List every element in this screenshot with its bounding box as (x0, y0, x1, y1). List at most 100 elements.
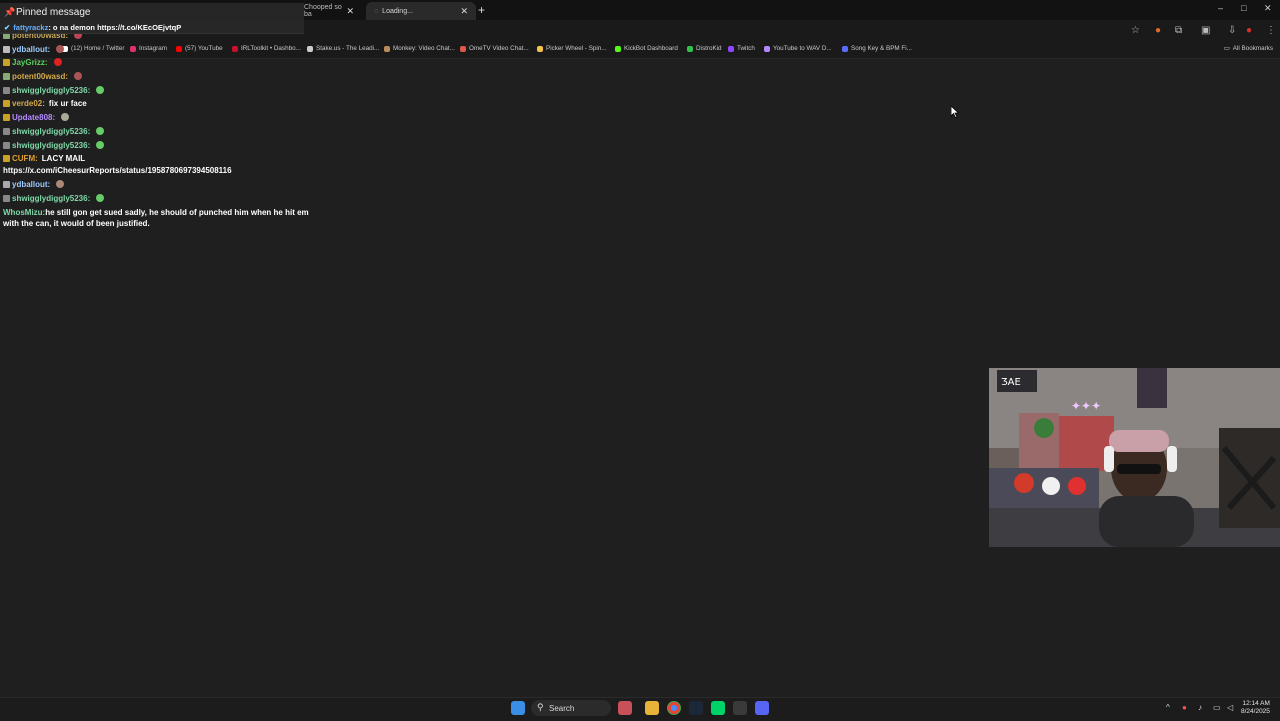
bookmark-label: Monkey: Video Chat... (393, 45, 455, 52)
chat-message: ydballout: (3, 179, 65, 190)
bookmark-label: KickBot Dashboard (624, 45, 678, 52)
bookmark-favicon-icon (537, 45, 543, 52)
folder-icon: ▭ (1223, 45, 1230, 52)
bookmark-label: IRLToolkit • Dashbo... (241, 45, 301, 52)
minimize-button[interactable]: – (1218, 3, 1223, 13)
bookmark-item[interactable]: Twitch (728, 45, 755, 52)
all-bookmarks-label: All Bookmarks (1232, 45, 1273, 52)
bookmark-favicon-icon (615, 45, 621, 52)
bookmark-item[interactable]: Song Key & BPM Fi... (842, 45, 912, 52)
bookmark-favicon-icon (232, 45, 238, 52)
discord-icon[interactable] (755, 701, 769, 715)
bookmark-label: (12) Home / Twitter (71, 45, 125, 52)
clock-date: 8/24/2025 (1241, 708, 1270, 715)
chat-username[interactable]: ydballout: (12, 180, 50, 189)
download-icon[interactable]: ⇩ (1228, 25, 1236, 36)
bookmark-label: YouTube to WAV D... (773, 45, 832, 52)
chat-emote-icon (96, 86, 105, 94)
bookmark-item[interactable]: OmeTV Video Chat... (460, 45, 529, 52)
chat-message: shwigglydiggly5236: (3, 140, 105, 151)
chat-username[interactable]: CUFM: (12, 154, 38, 163)
bookmark-favicon-icon (687, 45, 693, 52)
steam-icon[interactable] (689, 701, 703, 715)
chat-username[interactable]: Update808: (12, 113, 55, 122)
file-explorer-icon[interactable] (645, 701, 659, 715)
bookmark-label: Stake.us - The Leadi... (316, 45, 380, 52)
chat-username[interactable]: WhosMizu: (3, 208, 45, 217)
chat-emote-icon (61, 113, 70, 121)
system-clock[interactable]: 12:14 AM 8/24/2025 (1241, 700, 1270, 716)
browser-tab-active[interactable]: ◌ Loading... ✕ (366, 2, 476, 20)
app-icon-green[interactable] (711, 701, 725, 715)
close-icon[interactable]: ✕ (460, 6, 468, 17)
bookmark-item[interactable]: KickBot Dashboard (615, 45, 678, 52)
chat-username[interactable]: ydballout: (12, 45, 50, 54)
windows-start-icon[interactable] (511, 701, 525, 715)
chat-badge-icon (3, 59, 10, 66)
app-icon-pinned[interactable] (618, 701, 632, 715)
tray-app-icon[interactable]: ● (1182, 703, 1187, 712)
star-icon[interactable]: ☆ (1131, 25, 1140, 36)
all-bookmarks[interactable]: ▭ All Bookmarks (1224, 45, 1273, 52)
maximize-button[interactable]: □ (1241, 3, 1246, 13)
profile-icon[interactable]: ● (1246, 25, 1252, 36)
chat-text: LACY MAIL (41, 154, 86, 163)
pinned-text: ✔ fattyrackz: o na demon https://t.co/KEc… (4, 23, 181, 32)
puzzle-icon[interactable]: ⧉ (1175, 25, 1182, 36)
extension-icon[interactable]: ● (1155, 25, 1161, 36)
webcam-feed: ƷAE ✦✦✦ (989, 368, 1280, 547)
bookmark-item[interactable]: YouTube to WAV D... (764, 45, 832, 52)
tray-monitor-icon[interactable]: ▭ (1213, 703, 1221, 712)
close-window-button[interactable]: ✕ (1264, 3, 1272, 14)
pinned-message: 📌 Pinned message ✔ fattyrackz: o na demon… (0, 3, 304, 34)
bookmark-favicon-icon (176, 45, 182, 52)
chat-badge-icon (3, 73, 10, 80)
browser-tab[interactable]: Chooped so ba ✕ (296, 2, 362, 20)
chat-badge-icon (3, 181, 10, 188)
chat-username[interactable]: shwigglydiggly5236: (12, 141, 90, 150)
bookmark-favicon-icon (842, 45, 848, 52)
bookmark-favicon-icon (728, 45, 734, 52)
chat-badge-icon (3, 114, 10, 121)
chat-emote-icon (96, 141, 105, 149)
chat-username[interactable]: shwigglydiggly5236: (12, 127, 90, 136)
tray-mic-icon[interactable]: ♪ (1198, 703, 1202, 712)
svg-text:ƷAE: ƷAE (1001, 377, 1021, 388)
bookmark-favicon-icon (460, 45, 466, 52)
chat-message: Update808: (3, 112, 70, 123)
sidebar-icon[interactable]: ▣ (1201, 25, 1210, 36)
bookmark-label: Picker Wheel - Spin... (546, 45, 607, 52)
chat-username[interactable]: shwigglydiggly5236: (12, 86, 90, 95)
app-icon-gray[interactable] (733, 701, 747, 715)
chat-badge-icon (3, 195, 10, 202)
chat-emote-icon (96, 194, 105, 202)
chat-username[interactable]: potent00wasd: (12, 72, 68, 81)
bookmark-item[interactable]: Stake.us - The Leadi... (307, 45, 379, 52)
bookmark-item[interactable]: Instagram (130, 45, 167, 52)
bookmark-item[interactable]: Picker Wheel - Spin... (537, 45, 607, 52)
new-tab-button[interactable]: + (478, 3, 485, 17)
bookmark-item[interactable]: (12) Home / Twitter (62, 45, 124, 52)
pinned-title: Pinned message (16, 7, 91, 18)
chat-username[interactable]: JayGrizz: (12, 58, 48, 67)
tray-chevron-icon[interactable]: ^ (1166, 703, 1170, 712)
bookmark-label: Instagram (139, 45, 167, 52)
bookmark-favicon-icon (307, 45, 313, 52)
volume-icon[interactable]: ◁ (1227, 703, 1233, 712)
chat-username[interactable]: verde02: (12, 99, 45, 108)
chat-message: WhosMizu:he still gon get sued sadly, he… (3, 207, 313, 229)
chrome-icon[interactable] (667, 701, 681, 715)
chat-message: ydballout: (3, 44, 65, 55)
tab-title: Chooped so ba (304, 4, 342, 18)
bookmark-label: DistroKid (696, 45, 722, 52)
menu-icon[interactable]: ⋮ (1266, 25, 1276, 36)
bookmark-item[interactable]: IRLToolkit • Dashbo... (232, 45, 301, 52)
chat-message: JayGrizz: (3, 57, 62, 68)
bookmark-item[interactable]: (57) YouTube (176, 45, 223, 52)
chat-username[interactable]: shwigglydiggly5236: (12, 194, 90, 203)
bookmark-favicon-icon (764, 45, 770, 52)
chat-emote-icon (74, 72, 83, 80)
close-icon[interactable]: ✕ (346, 6, 354, 17)
bookmark-item[interactable]: DistroKid (687, 45, 722, 52)
bookmark-item[interactable]: Monkey: Video Chat... (384, 45, 455, 52)
